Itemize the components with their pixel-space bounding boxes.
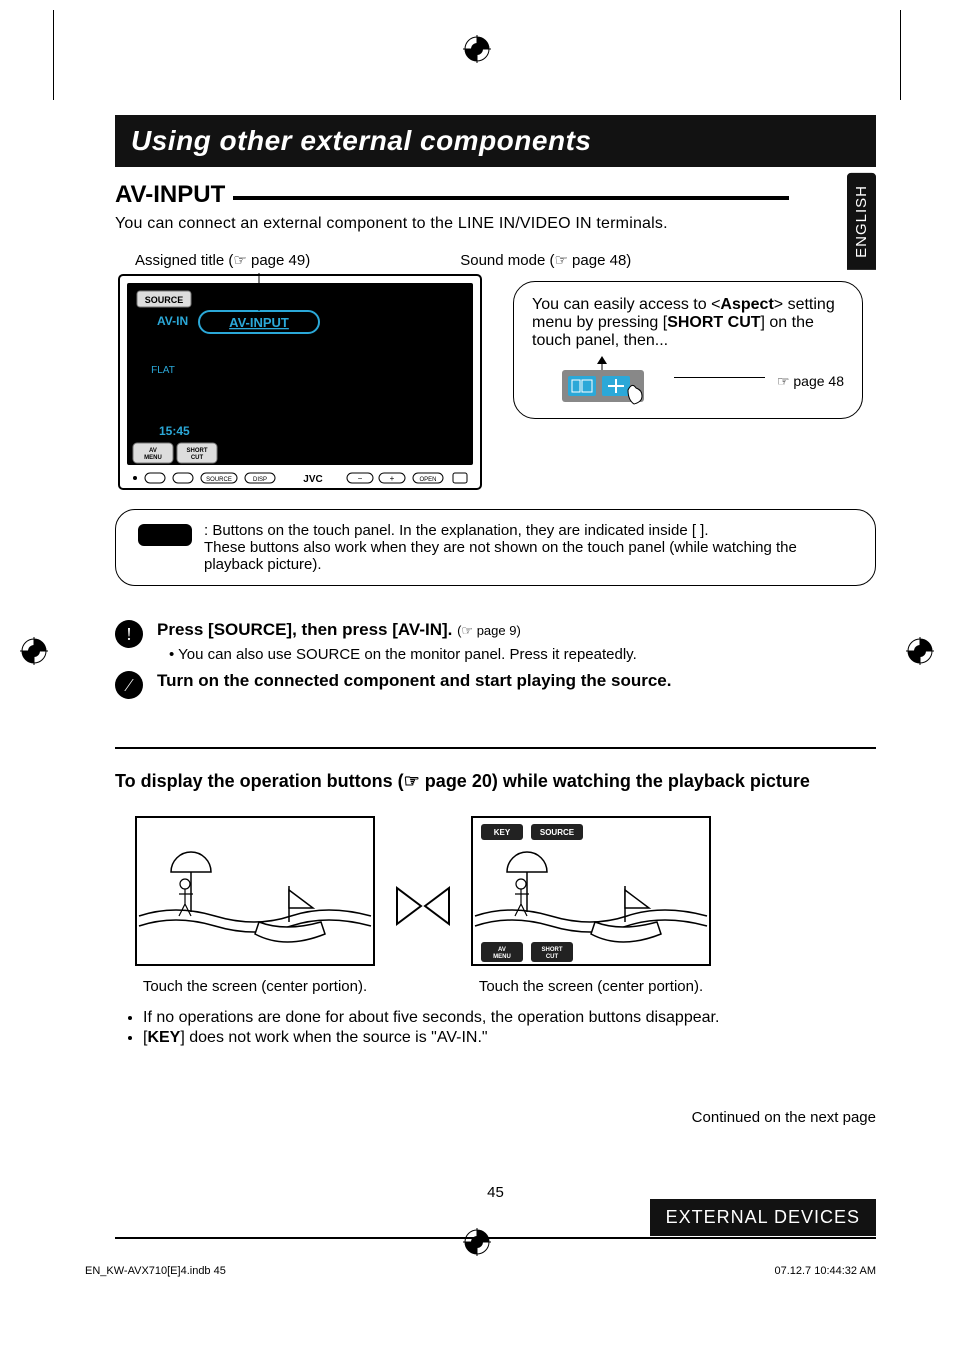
shortcut-touch-illustration: [532, 356, 662, 406]
legend-line-1: : Buttons on the touch panel. In the exp…: [204, 522, 853, 539]
note-2-c: ] does not work when the source is "AV-I…: [180, 1029, 487, 1046]
registration-mark-icon: [463, 1228, 491, 1262]
subhead-b: ☞ page 20) while watching the playback p…: [404, 771, 810, 791]
svg-text:SOURCE: SOURCE: [206, 477, 232, 483]
registration-mark-icon: [463, 35, 491, 69]
svg-text:SHORT: SHORT: [187, 448, 208, 454]
aspect-text: You can easily access to <: [532, 296, 720, 313]
doc-date: 07.12.7 10:44:32 AM: [774, 1265, 876, 1277]
svg-text:AV: AV: [498, 947, 506, 953]
step-1-sub: • You can also use SOURCE on the monitor…: [169, 646, 637, 663]
svg-text:SHORT: SHORT: [542, 947, 563, 953]
svg-text:15:45: 15:45: [159, 424, 190, 438]
svg-text:SOURCE: SOURCE: [145, 295, 184, 305]
step-1-text: Press [SOURCE], then press [AV-IN].: [157, 620, 452, 639]
aspect-keyword: Aspect: [720, 296, 773, 313]
divider: [115, 747, 876, 749]
page-number: 45: [487, 1184, 504, 1201]
svg-text:−: −: [358, 474, 363, 483]
svg-text:DISP: DISP: [253, 477, 267, 483]
intro-text: You can connect an external component to…: [115, 215, 876, 233]
svg-text:AV: AV: [149, 448, 157, 454]
legend-line-2: These buttons also work when they are no…: [204, 539, 853, 573]
svg-text:KEY: KEY: [494, 828, 511, 837]
swap-arrows-icon: [393, 876, 453, 936]
registration-mark-icon: [906, 637, 934, 671]
section-rule: [233, 196, 789, 200]
playback-screen-plain: [135, 816, 375, 966]
callout-sound-mode: Sound mode (☞ page 48): [460, 251, 631, 269]
continued-text: Continued on the next page: [115, 1109, 876, 1126]
registration-mark-icon: [20, 637, 48, 671]
svg-text:CUT: CUT: [546, 954, 559, 960]
step-1-badge: !: [115, 620, 143, 648]
svg-text:SOURCE: SOURCE: [540, 828, 575, 837]
screen-caption-1: Touch the screen (center portion).: [135, 978, 375, 995]
playback-screen-buttons: KEY SOURCE AVMENU SHORTCUT: [471, 816, 711, 966]
section-heading: AV-INPUT: [115, 181, 225, 209]
doc-file: EN_KW-AVX710[E]4.indb 45: [85, 1265, 226, 1277]
subhead-a: To display the operation buttons (: [115, 771, 404, 791]
device-illustration: SOURCE AV-IN AV-INPUT FLAT 15:45 AV MENU…: [115, 273, 485, 493]
svg-text:JVC: JVC: [303, 474, 322, 485]
language-tab: ENGLISH: [847, 173, 876, 270]
touch-button-legend: : Buttons on the touch panel. In the exp…: [115, 509, 876, 586]
step-1-ref: (☞ page 9): [457, 623, 521, 638]
svg-text:AV-INPUT: AV-INPUT: [229, 315, 289, 330]
step-2-text: Turn on the connected component and star…: [157, 671, 671, 690]
aspect-page-ref: ☞ page 48: [777, 373, 844, 390]
footer-category: EXTERNAL DEVICES: [650, 1199, 876, 1236]
footer-rule: [115, 1237, 876, 1239]
note-1: If no operations are done for about five…: [143, 1009, 876, 1027]
step-2-badge: ⁄: [115, 671, 143, 699]
svg-text:AV-IN: AV-IN: [157, 314, 188, 328]
legend-chip-icon: [138, 524, 192, 546]
svg-text:+: +: [390, 474, 395, 483]
callout-assigned-title: Assigned title (☞ page 49): [135, 251, 310, 269]
svg-text:CUT: CUT: [191, 455, 204, 461]
svg-text:MENU: MENU: [144, 455, 162, 461]
note-2: [KEY] does not work when the source is "…: [143, 1029, 876, 1047]
shortcut-keyword: SHORT CUT: [667, 314, 760, 331]
screen-caption-2: Touch the screen (center portion).: [471, 978, 711, 995]
page-title-bar: Using other external components: [115, 115, 876, 167]
svg-text:FLAT: FLAT: [151, 365, 175, 376]
note-2-key: KEY: [147, 1029, 180, 1046]
svg-text:MENU: MENU: [493, 954, 511, 960]
svg-text:OPEN: OPEN: [419, 477, 436, 483]
aspect-shortcut-callout: You can easily access to <Aspect> settin…: [513, 281, 863, 419]
